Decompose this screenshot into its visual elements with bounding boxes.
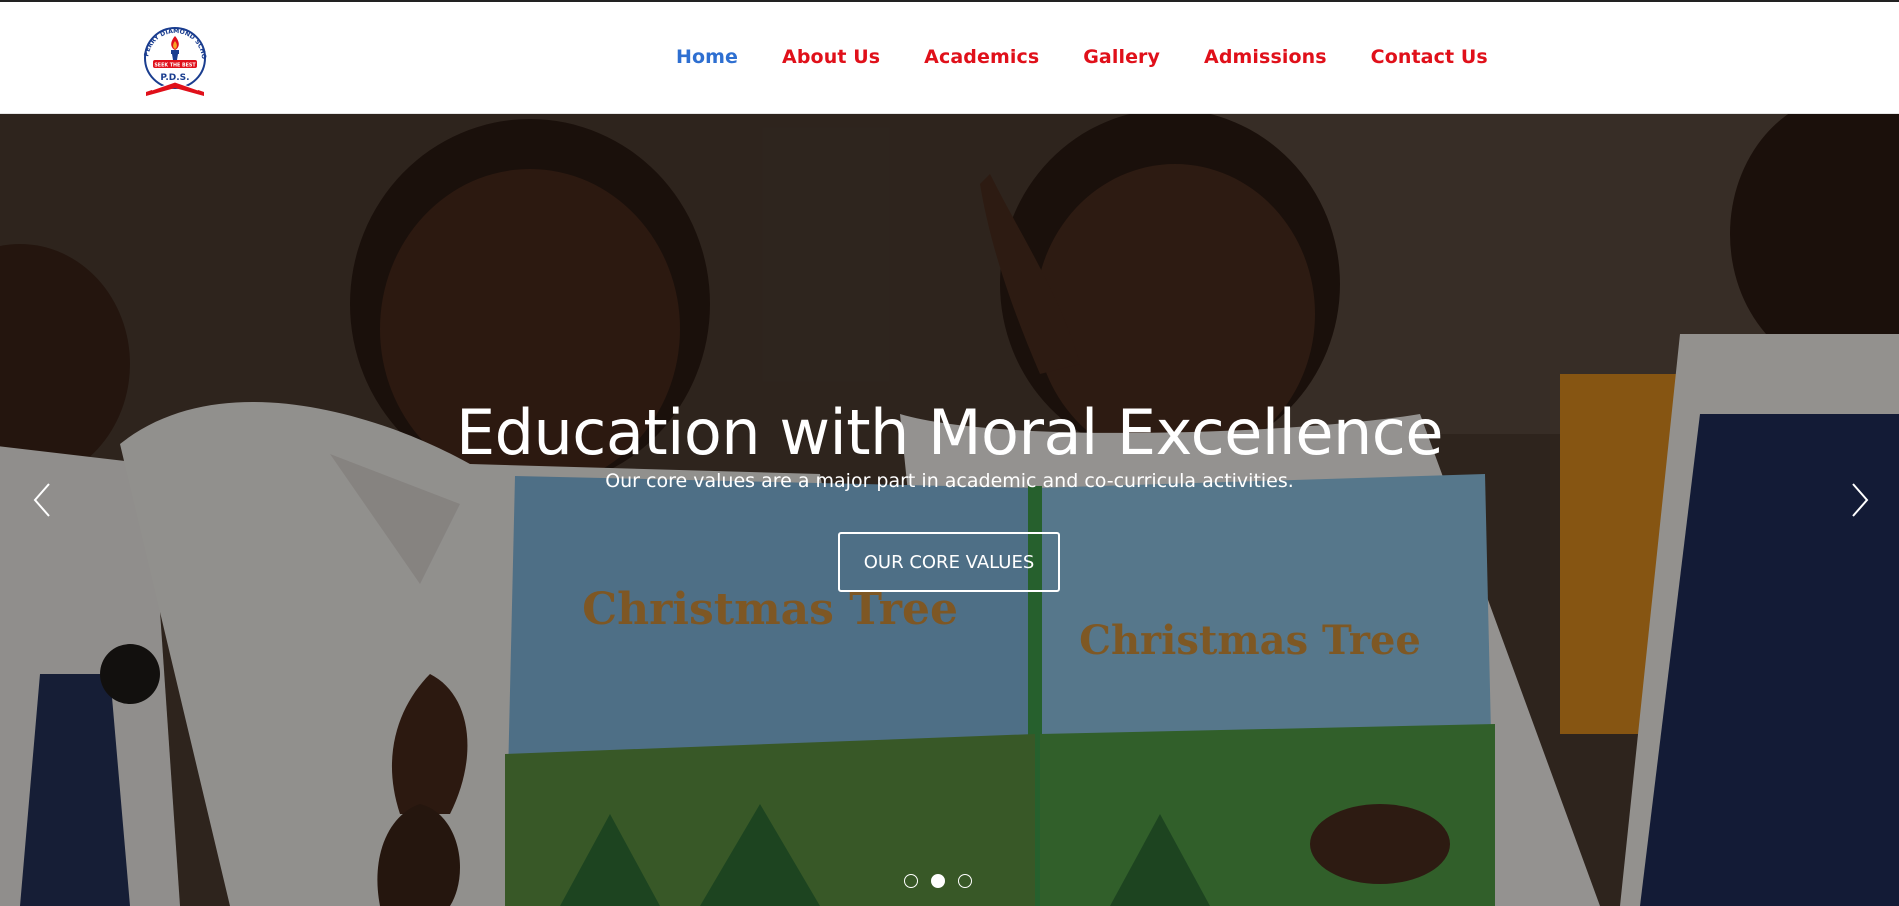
nav-link-home[interactable]: Home — [676, 46, 738, 68]
carousel-dot-2[interactable] — [931, 874, 945, 888]
carousel-dot-3[interactable] — [958, 874, 972, 888]
nav-link-contact-us[interactable]: Contact Us — [1371, 46, 1488, 68]
carousel-dot-1[interactable] — [904, 874, 918, 888]
hero-carousel: Christmas Tree Christmas Tree Education … — [0, 114, 1899, 906]
logo-banner-text: SEEK THE BEST — [154, 62, 196, 68]
chevron-left-icon — [33, 483, 50, 517]
logo-monogram: P.D.S. — [160, 73, 189, 83]
page: PERRY DIAMOND SCHOOL SEEK THE BEST P.D.S… — [0, 0, 1899, 906]
nav-link-academics[interactable]: Academics — [924, 46, 1039, 68]
nav-link-admissions[interactable]: Admissions — [1204, 46, 1327, 68]
logo-emblem: PERRY DIAMOND SCHOOL SEEK THE BEST P.D.S… — [135, 15, 207, 96]
main-nav: Home About Us Academics Gallery Admissio… — [676, 46, 1488, 68]
chevron-right-icon — [1852, 483, 1869, 517]
carousel-indicators — [904, 874, 972, 888]
nav-link-gallery[interactable]: Gallery — [1083, 46, 1160, 68]
navbar: PERRY DIAMOND SCHOOL SEEK THE BEST P.D.S… — [0, 0, 1899, 114]
school-logo[interactable]: PERRY DIAMOND SCHOOL SEEK THE BEST P.D.S… — [135, 15, 212, 100]
carousel-next-button[interactable] — [1840, 470, 1880, 530]
carousel-prev-button[interactable] — [22, 470, 62, 530]
hero-subtitle: Our core values are a major part in acad… — [605, 470, 1294, 492]
nav-link-about-us[interactable]: About Us — [782, 46, 880, 68]
hero-title: Education with Moral Excellence — [455, 396, 1444, 469]
hero-overlay — [0, 114, 1899, 906]
core-values-button[interactable]: OUR CORE VALUES — [838, 532, 1060, 592]
